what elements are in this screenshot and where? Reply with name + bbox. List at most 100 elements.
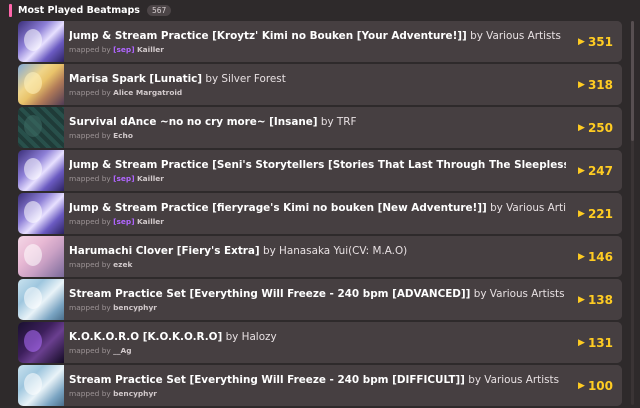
beatmap-title[interactable]: Harumachi Clover [Fiery's Extra] (69, 245, 260, 257)
mapped-by-label: mapped by (69, 87, 114, 97)
beatmap-thumbnail[interactable] (18, 365, 64, 406)
mapped-by-label: mapped by (69, 173, 114, 183)
mapped-by-label: mapped by (69, 130, 114, 140)
beatmap-title[interactable]: Survival dAnce ~no no cry more~ [Insane] (69, 116, 318, 128)
beatmap-thumbnail[interactable] (18, 193, 64, 234)
play-triangle-icon: ▶ (578, 380, 585, 391)
beatmap-title-line[interactable]: Survival dAnce ~no no cry more~ [Insane]… (69, 116, 591, 129)
beatmap-thumbnail[interactable] (18, 279, 64, 320)
beatmap-artist: by Various Artists (470, 287, 565, 300)
mapper-name[interactable]: bencyphyr (113, 389, 157, 398)
mapper-name[interactable]: __Ag (113, 346, 131, 355)
play-count-value: 250 (587, 120, 613, 135)
thumbnail-highlight (24, 373, 42, 395)
beatmap-title-line[interactable]: Jump & Stream Practice [Seni's Storytell… (69, 159, 591, 172)
play-count-value: 138 (587, 292, 613, 307)
play-triangle-icon: ▶ (578, 208, 585, 219)
play-count: ▶ 138 (566, 279, 622, 320)
beatmap-title-line[interactable]: Harumachi Clover [Fiery's Extra] by Hana… (69, 245, 591, 258)
play-count: ▶ 146 (566, 236, 622, 277)
beatmap-artist: by Various Artists (464, 373, 560, 386)
play-count-value: 146 (587, 249, 613, 264)
play-count: ▶ 131 (566, 322, 622, 363)
play-count-value: 351 (587, 34, 613, 49)
thumbnail-highlight (24, 330, 42, 352)
mapper-name[interactable]: Kailler (137, 45, 164, 54)
beatmap-row[interactable]: Survival dAnce ~no no cry more~ [Insane]… (18, 107, 622, 148)
beatmap-row[interactable]: K.O.K.O.R.O [K.O.K.O.R.O] by Halozy mapp… (18, 322, 622, 363)
mapper-line: mapped by [sep] Kailler (69, 45, 622, 54)
beatmap-row[interactable]: Harumachi Clover [Fiery's Extra] by Hana… (18, 236, 622, 277)
beatmap-info: K.O.K.O.R.O [K.O.K.O.R.O] by Halozy mapp… (69, 331, 622, 355)
mapper-name[interactable]: bencyphyr (113, 303, 157, 312)
beatmap-artist: by Silver Forest (202, 72, 286, 85)
beatmap-thumbnail[interactable] (18, 322, 64, 363)
mapper-name[interactable]: Kailler (137, 174, 164, 183)
beatmap-thumbnail[interactable] (18, 21, 64, 62)
play-count-value: 131 (587, 335, 613, 350)
beatmap-title[interactable]: Jump & Stream Practice [Seni's Storytell… (69, 159, 591, 171)
beatmap-title-line[interactable]: Jump & Stream Practice [Kroytz' Kimi no … (69, 30, 591, 43)
play-count-value: 221 (587, 206, 613, 221)
beatmap-row[interactable]: Marisa Spark [Lunatic] by Silver Forest … (18, 64, 622, 105)
mapper-line: mapped by bencyphyr (69, 303, 622, 312)
play-triangle-icon: ▶ (578, 294, 585, 305)
beatmap-row[interactable]: Stream Practice Set [Everything Will Fre… (18, 279, 622, 320)
mapper-line: mapped by Alice Margatroid (69, 88, 622, 97)
mapper-group-tag: [sep] (113, 216, 135, 226)
mapped-by-label: mapped by (69, 388, 114, 398)
play-count: ▶ 221 (566, 193, 622, 234)
beatmap-info: Stream Practice Set [Everything Will Fre… (69, 374, 622, 398)
beatmap-title[interactable]: Stream Practice Set [Everything Will Fre… (69, 374, 465, 386)
beatmap-artist: by TRF (317, 115, 357, 128)
beatmap-title[interactable]: Jump & Stream Practice [Kroytz' Kimi no … (69, 30, 467, 42)
thumbnail-highlight (24, 72, 42, 94)
beatmap-info: Harumachi Clover [Fiery's Extra] by Hana… (69, 245, 622, 269)
beatmap-row[interactable]: Jump & Stream Practice [fieryrage's Kimi… (18, 193, 622, 234)
thumbnail-highlight (24, 115, 42, 137)
thumbnail-highlight (24, 158, 42, 180)
beatmap-title-line[interactable]: Stream Practice Set [Everything Will Fre… (69, 374, 591, 387)
thumbnail-highlight (24, 244, 42, 266)
mapper-line: mapped by [sep] Kailler (69, 174, 622, 183)
scrollbar-thumb[interactable] (631, 21, 634, 141)
beatmap-title-line[interactable]: Marisa Spark [Lunatic] by Silver Forest (69, 73, 591, 86)
thumbnail-highlight (24, 29, 42, 51)
mapper-line: mapped by [sep] Kailler (69, 217, 622, 226)
beatmap-title[interactable]: K.O.K.O.R.O [K.O.K.O.R.O] (69, 331, 222, 343)
mapper-name[interactable]: Kailler (137, 217, 164, 226)
beatmap-row[interactable]: Jump & Stream Practice [Seni's Storytell… (18, 150, 622, 191)
beatmap-row[interactable]: Jump & Stream Practice [Kroytz' Kimi no … (18, 21, 622, 62)
mapper-name[interactable]: Echo (113, 131, 133, 140)
beatmap-artist: by Various Artists (466, 29, 561, 42)
mapped-by-label: mapped by (69, 44, 114, 54)
mapped-by-label: mapped by (69, 259, 114, 269)
section-title: Most Played Beatmaps (18, 4, 140, 16)
beatmap-thumbnail[interactable] (18, 150, 64, 191)
mapped-by-label: mapped by (69, 345, 114, 355)
beatmap-title-line[interactable]: Jump & Stream Practice [fieryrage's Kimi… (69, 202, 591, 215)
mapper-line: mapped by __Ag (69, 346, 622, 355)
beatmap-info: Jump & Stream Practice [fieryrage's Kimi… (69, 202, 622, 226)
beatmap-thumbnail[interactable] (18, 236, 64, 277)
mapper-line: mapped by ezek (69, 260, 622, 269)
section-header: Most Played Beatmaps 567 (0, 0, 640, 20)
beatmap-thumbnail[interactable] (18, 64, 64, 105)
beatmap-title[interactable]: Marisa Spark [Lunatic] (69, 73, 202, 85)
beatmap-title[interactable]: Jump & Stream Practice [fieryrage's Kimi… (69, 202, 487, 214)
beatmap-count-badge: 567 (146, 4, 172, 16)
beatmap-info: Marisa Spark [Lunatic] by Silver Forest … (69, 73, 622, 97)
play-count: ▶ 100 (566, 365, 622, 406)
play-triangle-icon: ▶ (578, 251, 585, 262)
mapper-line: mapped by bencyphyr (69, 389, 622, 398)
beatmap-artist: by Halozy (222, 330, 277, 343)
beatmap-title-line[interactable]: K.O.K.O.R.O [K.O.K.O.R.O] by Halozy (69, 331, 591, 344)
beatmap-title-line[interactable]: Stream Practice Set [Everything Will Fre… (69, 288, 591, 301)
mapper-name[interactable]: Alice Margatroid (113, 88, 182, 97)
mapper-name[interactable]: ezek (113, 260, 132, 269)
mapper-group-tag: [sep] (113, 173, 135, 183)
beatmap-row[interactable]: Stream Practice Set [Everything Will Fre… (18, 365, 622, 406)
beatmap-thumbnail[interactable] (18, 107, 64, 148)
beatmap-title[interactable]: Stream Practice Set [Everything Will Fre… (69, 288, 470, 300)
thumbnail-highlight (24, 287, 42, 309)
